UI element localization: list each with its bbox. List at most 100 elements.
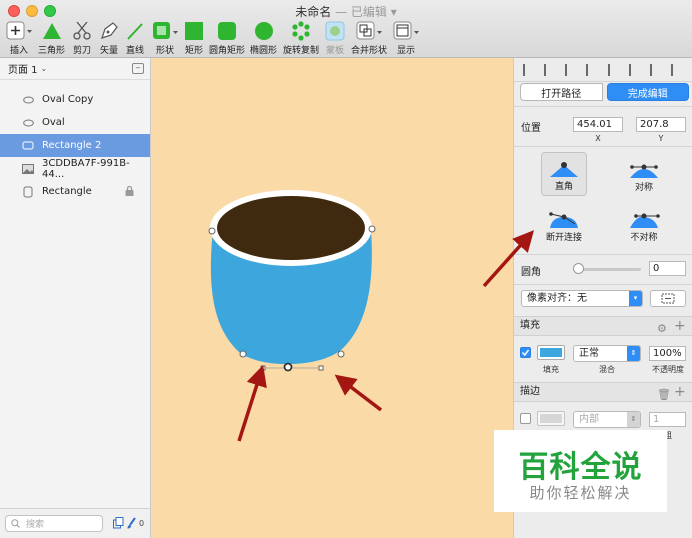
- layer-image[interactable]: 3CDDBA7F-991B-44...: [0, 157, 150, 180]
- combine-shapes-button[interactable]: 合并形状: [351, 20, 387, 56]
- finish-edit-button[interactable]: 完成编辑: [606, 83, 689, 101]
- fill-opacity-input[interactable]: 100%: [649, 346, 686, 361]
- layer-rectangle[interactable]: Rectangle: [0, 180, 150, 203]
- rect-layer-icon: [22, 141, 34, 150]
- layer-oval-copy[interactable]: Oval Copy: [0, 88, 150, 111]
- cup-artwork[interactable]: [151, 58, 513, 538]
- point-type-asymmetric[interactable]: 不对称: [621, 202, 667, 246]
- blend-caption: 混合: [599, 365, 615, 374]
- rotate-copy-button[interactable]: 旋转复制: [283, 20, 319, 56]
- corner-radius-slider[interactable]: [578, 268, 641, 271]
- shapes-menu-button[interactable]: 形状: [152, 20, 178, 56]
- layer-oval[interactable]: Oval: [0, 111, 150, 134]
- control-point-handle[interactable]: [260, 365, 266, 371]
- x-position-input[interactable]: 454.01: [573, 117, 623, 132]
- rounded-rectangle-tool-button[interactable]: 圆角矩形: [209, 20, 245, 56]
- oval-tool-button[interactable]: 椭圆形: [250, 20, 277, 56]
- pixel-align-select[interactable]: 像素对齐：无 ▾: [521, 290, 643, 307]
- divider: [514, 284, 692, 285]
- fill-color-swatch[interactable]: [537, 345, 565, 360]
- corner-radius-slider-thumb[interactable]: [573, 263, 584, 274]
- rotate-copy-icon: [290, 20, 312, 41]
- resize-constraints-button[interactable]: [650, 290, 686, 307]
- rounded-rectangle-icon: [217, 20, 237, 41]
- disconnected-point-icon: [549, 212, 578, 228]
- distribute-vertical-icon[interactable]: [543, 63, 556, 76]
- path-handle[interactable]: [368, 225, 376, 233]
- combine-shapes-icon: [356, 20, 382, 41]
- layers-sidebar: 页面 1 ⌄ − Oval Copy Oval Rectangle 2 3CDD…: [0, 58, 151, 538]
- blend-mode-value: 正常: [579, 348, 599, 359]
- edited-status[interactable]: — 已编辑 ▾: [335, 5, 397, 19]
- border-position-value: 内部: [579, 414, 599, 425]
- line-tool-button[interactable]: 直线: [125, 20, 145, 56]
- rectangle-tool-button[interactable]: 矩形: [184, 20, 204, 56]
- vector-tool-button[interactable]: 矢量: [99, 20, 119, 56]
- line-icon: [125, 20, 145, 41]
- view-icon: [393, 20, 419, 41]
- resize-icon: [661, 293, 675, 304]
- collapse-pages-icon[interactable]: −: [132, 63, 144, 74]
- align-left-icon[interactable]: [565, 63, 577, 76]
- open-path-button[interactable]: 打开路径: [520, 83, 603, 101]
- checkmark-icon: [521, 349, 530, 357]
- border-color-swatch[interactable]: [537, 411, 565, 426]
- search-placeholder: 搜索: [26, 520, 45, 530]
- canvas[interactable]: [151, 58, 513, 538]
- fill-caption: 填充: [543, 365, 559, 374]
- corner-radius-input[interactable]: 0: [649, 261, 686, 276]
- border-width-input[interactable]: 1: [649, 412, 686, 427]
- sidebar-footer: 搜索 0: [0, 508, 150, 538]
- fill-enabled-checkbox[interactable]: [520, 347, 531, 358]
- layer-rectangle-2[interactable]: Rectangle 2: [0, 134, 150, 157]
- brush-icon[interactable]: [127, 517, 137, 532]
- page-selector[interactable]: 页面 1 ⌄ −: [0, 58, 150, 80]
- border-enabled-checkbox[interactable]: [520, 413, 531, 424]
- trash-icon[interactable]: 🗑: [657, 386, 671, 404]
- stepper-icon: ⇕: [627, 346, 640, 361]
- straight-point-icon: [550, 162, 578, 177]
- align-center-icon[interactable]: [586, 63, 598, 76]
- triangle-tool-button[interactable]: 三角形: [38, 20, 65, 56]
- align-bottom-icon[interactable]: [671, 63, 683, 76]
- divider: [514, 254, 692, 255]
- coffee-surface[interactable]: [217, 196, 365, 260]
- selected-path-point[interactable]: [283, 362, 293, 372]
- align-middle-icon[interactable]: [650, 63, 662, 76]
- rectangle-icon: [184, 20, 204, 41]
- view-menu-button[interactable]: 显示: [393, 20, 419, 56]
- layer-name: Rectangle: [42, 186, 92, 197]
- path-edit-controls: 打开路径 完成编辑: [520, 83, 689, 101]
- lock-icon[interactable]: [125, 185, 134, 199]
- insert-button[interactable]: 插入: [6, 20, 32, 56]
- distribute-horizontal-icon[interactable]: [522, 63, 535, 76]
- mask-button[interactable]: 蒙板: [325, 20, 345, 56]
- scissors-icon: [72, 20, 92, 41]
- mirrored-point-icon: [630, 164, 658, 178]
- pages-icon[interactable]: [113, 517, 124, 532]
- align-right-icon[interactable]: [607, 63, 620, 76]
- chevron-down-icon: ⌄: [40, 64, 48, 73]
- path-handle[interactable]: [239, 350, 247, 358]
- blend-mode-select[interactable]: 正常 ⇕: [573, 345, 641, 362]
- add-fill-icon[interactable]: +: [674, 317, 686, 335]
- layer-name: Oval: [42, 117, 65, 128]
- point-type-mirrored[interactable]: 对称: [621, 152, 667, 196]
- oval-layer-icon: [22, 119, 34, 127]
- path-handle[interactable]: [337, 350, 345, 358]
- layer-name: Oval Copy: [42, 94, 94, 105]
- align-top-icon[interactable]: [628, 63, 641, 76]
- scissors-tool-button[interactable]: 剪刀: [72, 20, 92, 56]
- control-point-handle[interactable]: [318, 365, 324, 371]
- point-type-straight[interactable]: 直角: [541, 152, 587, 196]
- shapes-icon: [152, 20, 178, 41]
- layer-search-input[interactable]: 搜索: [5, 515, 103, 532]
- y-position-input[interactable]: 207.8: [636, 117, 686, 132]
- point-type-disconnected[interactable]: 断开连接: [541, 202, 587, 246]
- add-border-icon[interactable]: +: [674, 383, 686, 401]
- path-handle[interactable]: [208, 227, 216, 235]
- border-position-select[interactable]: 内部 ⇕: [573, 411, 641, 428]
- stepper-icon: ⇕: [627, 412, 640, 427]
- gear-icon[interactable]: ⚙: [657, 320, 667, 338]
- chevron-down-icon: ▾: [629, 291, 642, 306]
